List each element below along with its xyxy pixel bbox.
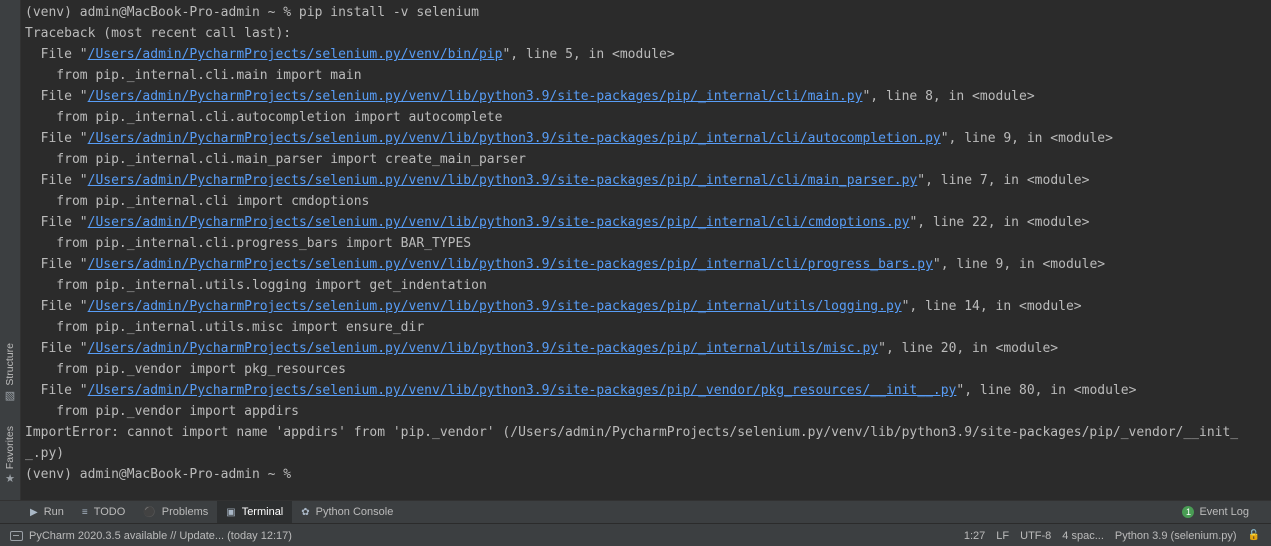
file-path-link[interactable]: /Users/admin/PycharmProjects/selenium.py… [88, 383, 957, 398]
traceback-file-line: File "/Users/admin/PycharmProjects/selen… [25, 170, 1271, 191]
file-line-prefix: File " [25, 215, 88, 230]
list-icon: ≡ [81, 506, 88, 518]
file-line-prefix: File " [25, 131, 88, 146]
tab-python-console[interactable]: ✿ Python Console [292, 501, 402, 523]
terminal-line: from pip._internal.cli.main import main [25, 68, 362, 83]
play-icon: ▶ [30, 506, 38, 518]
layout-toggle-icon[interactable] [10, 530, 23, 541]
file-path-link[interactable]: /Users/admin/PycharmProjects/selenium.py… [88, 173, 918, 188]
file-line-suffix: ", line 20, in <module> [878, 341, 1059, 356]
tool-window-bar: ▶ Run ≡ TODO ⚫ Problems ▣ Terminal ✿ Pyt… [0, 500, 1271, 523]
terminal-line: from pip._vendor import appdirs [25, 404, 299, 419]
file-line-prefix: File " [25, 173, 88, 188]
traceback-file-line: File "/Users/admin/PycharmProjects/selen… [25, 380, 1271, 401]
file-line-suffix: ", line 8, in <module> [862, 89, 1035, 104]
file-path-link[interactable]: /Users/admin/PycharmProjects/selenium.py… [88, 47, 503, 62]
line-separator[interactable]: LF [996, 530, 1009, 542]
status-bar: PyCharm 2020.3.5 available // Update... … [0, 523, 1271, 546]
file-path-link[interactable]: /Users/admin/PycharmProjects/selenium.py… [88, 215, 910, 230]
event-log-button[interactable]: 1 Event Log [1182, 506, 1249, 518]
terminal-line: Traceback (most recent call last): [25, 26, 292, 41]
file-line-suffix: ", line 5, in <module> [502, 47, 675, 62]
traceback-file-line: File "/Users/admin/PycharmProjects/selen… [25, 212, 1271, 233]
traceback-file-line: File "/Users/admin/PycharmProjects/selen… [25, 128, 1271, 149]
problems-icon: ⚫ [143, 506, 156, 518]
terminal-line: from pip._internal.utils.logging import … [25, 278, 487, 293]
tab-todo[interactable]: ≡ TODO [73, 501, 134, 523]
tab-todo-label: TODO [93, 506, 126, 518]
pycharm-window: Structure ▧ Favorites ★ (venv) admin@Mac… [0, 0, 1271, 546]
file-line-suffix: ", line 9, in <module> [932, 257, 1106, 272]
python-interpreter[interactable]: Python 3.9 (selenium.py) [1115, 530, 1237, 542]
lock-icon[interactable]: 🔓 [1248, 530, 1260, 541]
file-line-suffix: ", line 9, in <module> [940, 131, 1113, 146]
terminal-line: from pip._internal.utils.misc import ens… [25, 320, 425, 335]
terminal-line: ImportError: cannot import name 'appdirs… [25, 425, 1239, 440]
traceback-file-line: File "/Users/admin/PycharmProjects/selen… [25, 296, 1271, 317]
caret-position[interactable]: 1:27 [964, 530, 985, 542]
terminal-output[interactable]: (venv) admin@MacBook-Pro-admin ~ % pip i… [21, 0, 1271, 500]
file-line-prefix: File " [25, 47, 88, 62]
event-log-badge: 1 [1182, 506, 1195, 518]
terminal-line: (venv) admin@MacBook-Pro-admin ~ % pip i… [25, 5, 479, 20]
tab-run[interactable]: ▶ Run [21, 501, 73, 523]
terminal-icon: ▣ [226, 506, 236, 518]
terminal-line: from pip._internal.cli import cmdoptions [25, 194, 370, 209]
tab-terminal[interactable]: ▣ Terminal [217, 501, 293, 523]
event-log-label: Event Log [1199, 506, 1249, 518]
terminal-line: from pip._internal.cli.autocompletion im… [25, 110, 503, 125]
file-line-suffix: ", line 80, in <module> [956, 383, 1137, 398]
update-message[interactable]: PyCharm 2020.3.5 available // Update... … [29, 530, 292, 542]
file-line-prefix: File " [25, 257, 88, 272]
traceback-file-line: File "/Users/admin/PycharmProjects/selen… [25, 338, 1271, 359]
favorites-tool-button[interactable]: Favorites ★ [0, 426, 20, 485]
terminal-line: _.py) [25, 446, 65, 461]
traceback-file-line: File "/Users/admin/PycharmProjects/selen… [25, 86, 1271, 107]
file-path-link[interactable]: /Users/admin/PycharmProjects/selenium.py… [88, 341, 879, 356]
favorites-label: Favorites [4, 426, 16, 470]
file-line-suffix: ", line 14, in <module> [901, 299, 1082, 314]
left-tool-strip: Structure ▧ Favorites ★ [0, 0, 21, 500]
tab-terminal-label: Terminal [241, 506, 284, 518]
file-path-link[interactable]: /Users/admin/PycharmProjects/selenium.py… [88, 257, 933, 272]
tab-problems-label: Problems [161, 506, 209, 518]
file-line-suffix: ", line 7, in <module> [917, 173, 1090, 188]
structure-label: Structure [4, 343, 16, 386]
terminal-line: from pip._vendor import pkg_resources [25, 362, 346, 377]
tab-problems[interactable]: ⚫ Problems [134, 501, 217, 523]
file-line-prefix: File " [25, 89, 88, 104]
star-icon: ★ [5, 472, 15, 486]
structure-icon: ▧ [4, 388, 16, 402]
file-line-prefix: File " [25, 341, 88, 356]
tab-run-label: Run [43, 506, 64, 518]
file-path-link[interactable]: /Users/admin/PycharmProjects/selenium.py… [88, 299, 902, 314]
file-line-prefix: File " [25, 383, 88, 398]
file-path-link[interactable]: /Users/admin/PycharmProjects/selenium.py… [88, 89, 863, 104]
traceback-file-line: File "/Users/admin/PycharmProjects/selen… [25, 254, 1271, 275]
file-line-prefix: File " [25, 299, 88, 314]
traceback-file-line: File "/Users/admin/PycharmProjects/selen… [25, 44, 1271, 65]
file-line-suffix: ", line 22, in <module> [909, 215, 1090, 230]
structure-tool-button[interactable]: Structure ▧ [0, 343, 20, 402]
python-icon: ✿ [301, 506, 310, 518]
tab-python-console-label: Python Console [315, 506, 394, 518]
terminal-line: from pip._internal.cli.main_parser impor… [25, 152, 526, 167]
file-path-link[interactable]: /Users/admin/PycharmProjects/selenium.py… [88, 131, 941, 146]
terminal-line: from pip._internal.cli.progress_bars imp… [25, 236, 472, 251]
file-encoding[interactable]: UTF-8 [1020, 530, 1051, 542]
indent-setting[interactable]: 4 spac... [1062, 530, 1104, 542]
terminal-line: (venv) admin@MacBook-Pro-admin ~ % [25, 467, 299, 482]
